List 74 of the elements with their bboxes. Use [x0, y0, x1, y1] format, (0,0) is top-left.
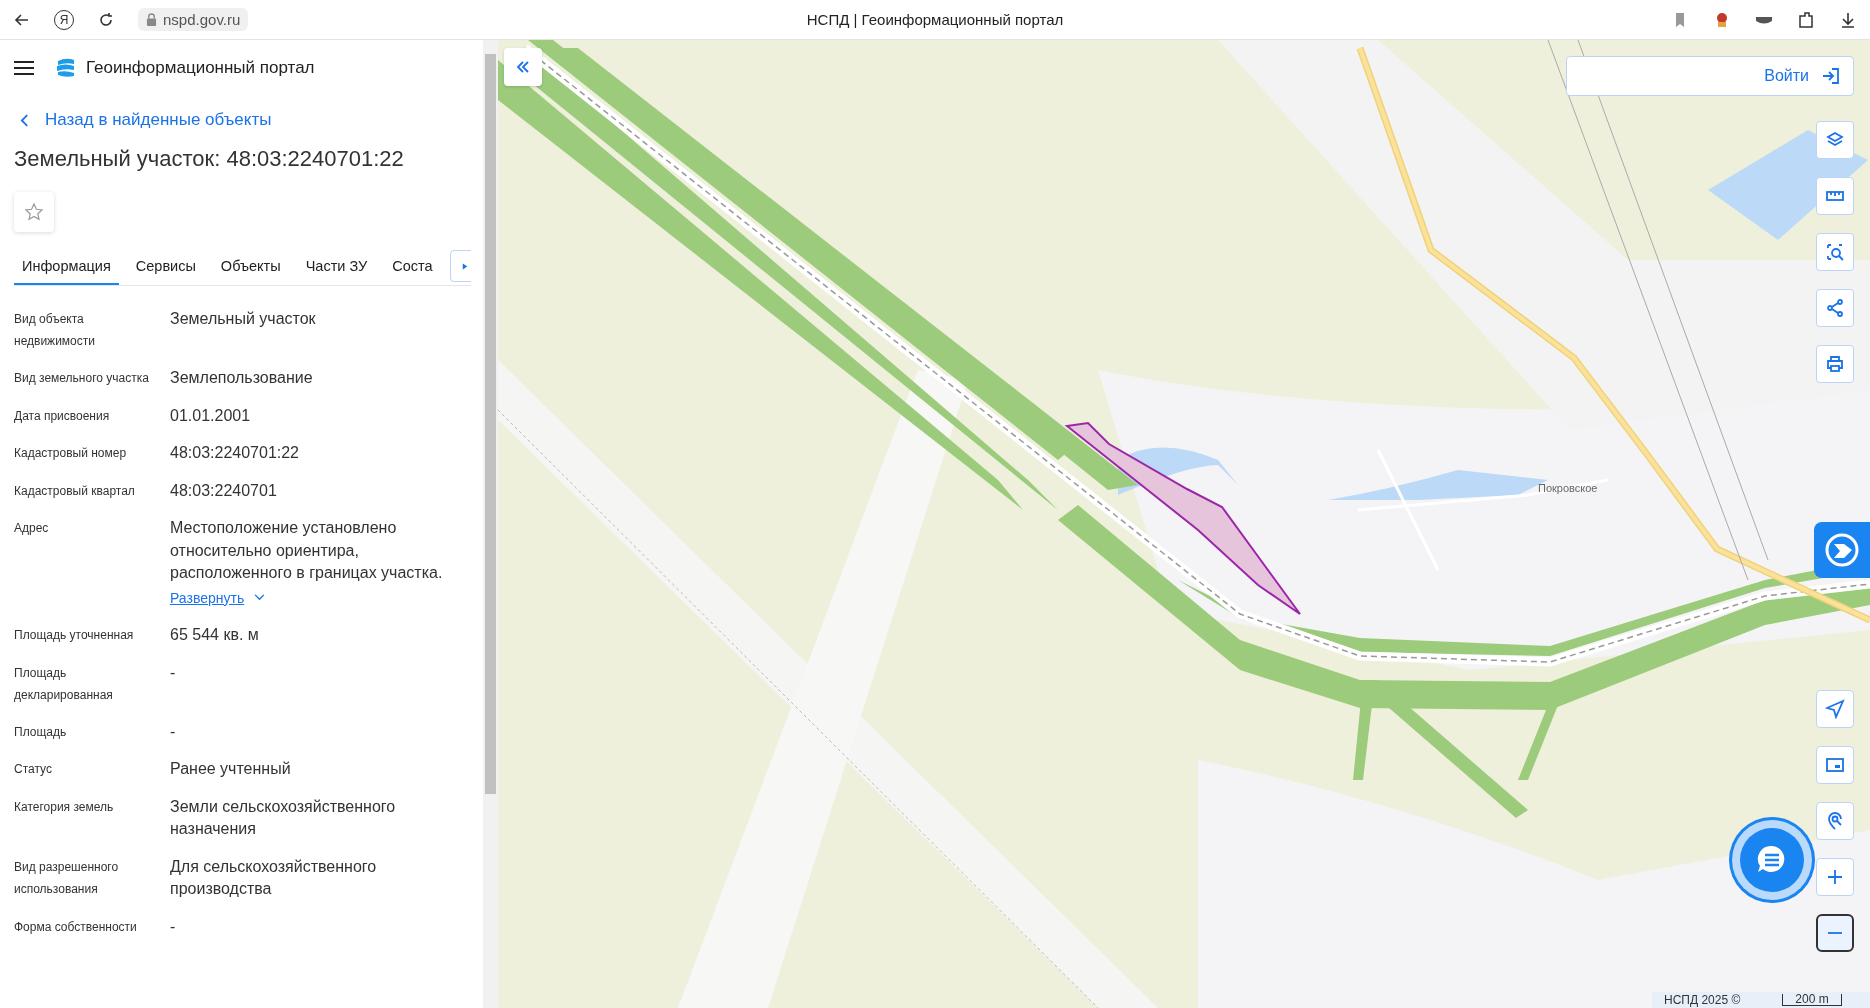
field-label: Кадастровый квартал — [14, 482, 136, 500]
favorite-button[interactable] — [14, 192, 54, 232]
scale-bar: 200 m — [1782, 994, 1842, 1006]
object-title: Земельный участок: 48:03:2240701:22 — [14, 146, 405, 173]
zoom-in-icon — [1825, 867, 1845, 887]
expand-link[interactable]: Развернуть — [170, 586, 266, 609]
field-label: Вид разрешенного использования — [14, 858, 120, 898]
zoom-out-button[interactable] — [1816, 914, 1854, 952]
page-title: НСПД | Геоинформационный портал — [806, 11, 1064, 28]
place-label: Покровское — [1538, 482, 1598, 494]
zoom-in-button[interactable] — [1816, 858, 1854, 896]
chevron-left-icon — [20, 113, 29, 127]
field-value: - — [170, 916, 176, 937]
field-value: Ранее учтенный — [170, 759, 291, 779]
navigation-arrow-button[interactable] — [1816, 690, 1854, 728]
field-value: Для сельскохозяйственного производства — [170, 856, 378, 899]
print-button[interactable] — [1816, 345, 1854, 383]
portal-title: Геоинформационный портал — [86, 58, 315, 78]
field-label: Площадь уточненная — [14, 627, 135, 644]
tab[interactable]: Сервисы — [127, 248, 204, 285]
lock-icon — [146, 13, 157, 26]
ruler-button[interactable] — [1816, 177, 1854, 215]
back-link[interactable]: Назад в найденные объекты — [20, 108, 272, 132]
field-label: Площадь — [14, 723, 68, 741]
field-value: 48:03:2240701 — [170, 480, 277, 501]
tab[interactable]: Информация — [14, 248, 119, 285]
field-value: 65 544 кв. м — [170, 625, 259, 645]
minimap-button[interactable] — [1816, 746, 1854, 784]
layers-button[interactable] — [1816, 121, 1854, 159]
field-value: - — [170, 662, 176, 683]
login-icon — [1821, 66, 1841, 86]
star-icon — [24, 202, 44, 222]
area-search-button[interactable] — [1816, 233, 1854, 271]
tab[interactable]: Объекты — [212, 248, 289, 285]
map[interactable]: Покровское Войти НСПД 2025 © 200 m — [498, 40, 1870, 1008]
logo-icon — [54, 57, 76, 79]
field-label: Статус — [14, 761, 53, 778]
field-value: Землепользование — [170, 368, 313, 388]
share-icon — [1825, 298, 1845, 318]
field-value: 48:03:2240701:22 — [170, 443, 299, 463]
extensions-icon[interactable] — [1796, 9, 1816, 30]
field-label: Вид объекта недвижимости — [14, 311, 96, 350]
field-label: Категория земель — [14, 798, 115, 816]
tab[interactable]: Соста — [384, 248, 441, 285]
collapse-panel-button[interactable] — [504, 48, 542, 86]
field-label: Площадь декларированная — [14, 664, 114, 704]
location-search-icon — [1825, 811, 1845, 831]
login-button[interactable]: Войти — [1566, 56, 1854, 96]
attribution-text: НСПД 2025 © — [1664, 993, 1741, 1007]
side-panel-button[interactable] — [1814, 522, 1870, 578]
print-icon — [1825, 354, 1845, 374]
field-label: Кадастровый номер — [14, 445, 128, 462]
share-button[interactable] — [1816, 289, 1854, 327]
double-chevron-left-icon — [515, 59, 531, 75]
field-value: - — [170, 721, 176, 742]
field-label: Вид земельного участка — [14, 370, 150, 387]
tab[interactable]: Части ЗУ — [297, 248, 376, 285]
area-search-icon — [1825, 242, 1845, 262]
field-label: Дата присвоения — [14, 407, 111, 425]
url-text: nspd.gov.ru — [163, 11, 241, 28]
location-search-button[interactable] — [1816, 802, 1854, 840]
field-value: Местоположение установлено относительно ориентира, расположенного в границах участка. — [170, 518, 444, 583]
field-label: Адрес — [14, 520, 50, 537]
field-value: Земли сельскохозяйственного назначения — [170, 796, 397, 839]
caret-right-icon — [461, 261, 468, 271]
field-value: Земельный участок — [170, 309, 316, 329]
address-bar[interactable]: nspd.gov.ru — [138, 8, 249, 31]
scrollbar[interactable] — [483, 40, 498, 1008]
chevron-down-icon — [254, 594, 266, 602]
minimap-icon — [1825, 755, 1845, 775]
menu-icon[interactable] — [14, 61, 34, 75]
navigation-arrow-icon — [1825, 699, 1845, 719]
field-label: Форма собственности — [14, 918, 138, 936]
field-value: 01.01.2001 — [170, 405, 251, 426]
